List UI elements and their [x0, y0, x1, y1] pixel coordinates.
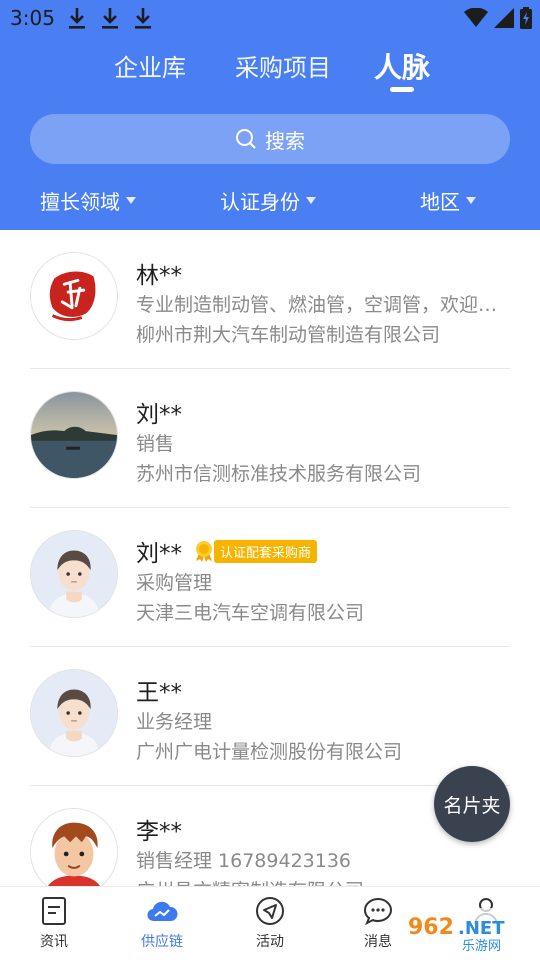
nav-label: 供应链: [141, 934, 183, 950]
contact-company: 广州昌方精密制造有限公司: [136, 876, 511, 886]
contact-name: 林**: [136, 263, 182, 289]
avatar: [30, 391, 118, 479]
tab-connections[interactable]: 人脉: [374, 46, 430, 86]
contact-card[interactable]: 刘** 认证配套采购商 采购管理 天津三电汽车空调有限公司: [30, 508, 510, 647]
signal-icon: [494, 8, 514, 28]
battery-charging-icon: [520, 7, 532, 29]
landscape-photo-avatar: [31, 392, 117, 478]
status-bar: 3:05: [0, 0, 540, 36]
svg-text:乐游网: 乐游网: [462, 939, 501, 954]
tab-procurement-projects[interactable]: 采购项目: [235, 48, 331, 83]
search-bar[interactable]: 搜索: [30, 114, 510, 164]
nav-item-activities[interactable]: 活动: [230, 895, 310, 951]
filter-certification[interactable]: 认证身份: [220, 186, 316, 215]
download-icon: [102, 8, 118, 29]
top-tabs: 企业库 采购项目 人脉: [0, 48, 540, 98]
company-seal-logo: [31, 253, 117, 339]
default-person-avatar: [31, 531, 117, 617]
name-line: 李**: [136, 812, 182, 846]
filter-certification-label: 认证身份: [220, 190, 300, 214]
contact-description: 销售: [136, 433, 175, 455]
medal-icon: [196, 541, 212, 562]
tab-enterprise-library[interactable]: 企业库: [114, 48, 186, 83]
card-holder-button[interactable]: 名片夹: [434, 766, 510, 842]
contact-description: 专业制造制动管、燃油管，空调管，欢迎咨询: [136, 294, 511, 316]
contact-name: 刘**: [136, 541, 182, 567]
contact-company: 广州广电计量检测股份有限公司: [136, 741, 403, 763]
chat-bubble-icon: [363, 897, 393, 926]
caret-down-icon: [306, 197, 316, 204]
contact-company: 天津三电汽车空调有限公司: [136, 602, 365, 624]
cartoon-person-avatar: [31, 809, 117, 886]
download-icon: [135, 8, 151, 29]
name-line: 王**: [136, 673, 182, 707]
status-icons: [464, 7, 532, 29]
search-label: 搜索: [265, 128, 305, 153]
svg-text:.NET: .NET: [458, 918, 505, 939]
contact-name: 刘**: [136, 402, 182, 428]
contact-description: 业务经理: [136, 711, 213, 733]
avatar: [30, 669, 118, 757]
avatar: [30, 808, 118, 886]
contact-card[interactable]: 林** 专业制造制动管、燃油管，空调管，欢迎咨询 柳州市荆大汽车制动管制造有限公…: [30, 230, 511, 369]
search-icon: [236, 129, 256, 149]
caret-down-icon: [466, 197, 476, 204]
filter-region-label: 地区: [420, 190, 460, 214]
contact-card[interactable]: 刘** 销售 苏州市信测标准技术服务有限公司: [30, 369, 510, 508]
active-tab-indicator: [390, 87, 414, 92]
contact-description: 采购管理: [136, 572, 213, 594]
nav-label: 消息: [364, 934, 392, 950]
status-time: 3:05: [10, 6, 55, 30]
filter-row: 擅长领域 认证身份 地区: [0, 186, 540, 216]
news-icon: [42, 897, 66, 925]
nav-item-news[interactable]: 资讯: [14, 895, 94, 951]
svg-text:962: 962: [408, 915, 454, 940]
name-line: 林**: [136, 256, 182, 290]
caret-down-icon: [126, 197, 136, 204]
contact-company: 苏州市信测标准技术服务有限公司: [136, 463, 422, 485]
contact-description: 销售经理 16789423136: [136, 850, 352, 872]
filter-region[interactable]: 地区: [420, 186, 476, 215]
nav-label: 资讯: [40, 934, 68, 950]
contact-company: 柳州市荆大汽车制动管制造有限公司: [136, 324, 441, 346]
header: 3:05 企业库 采购项目 人脉 搜索 擅长领域 认证身份 地区: [0, 0, 540, 230]
watermark-logo: 962 .NET 乐游网: [402, 908, 534, 954]
name-line: 刘**: [136, 395, 182, 429]
cloud-icon: [147, 901, 178, 922]
contact-name: 王**: [136, 680, 182, 706]
avatar: [30, 252, 118, 340]
download-notifications: [66, 6, 154, 30]
card-holder-label: 名片夹: [443, 794, 501, 817]
nav-label: 活动: [256, 934, 284, 950]
certified-badge-label: 认证配套采购商: [214, 539, 318, 563]
nav-item-supply-chain[interactable]: 供应链: [122, 895, 202, 951]
contact-card[interactable]: 王** 业务经理 广州广电计量检测股份有限公司: [30, 647, 510, 786]
default-person-avatar: [31, 670, 117, 756]
certified-badge: 认证配套采购商: [192, 539, 318, 563]
name-line: 刘** 认证配套采购商: [136, 534, 318, 568]
filter-expertise-label: 擅长领域: [40, 190, 120, 214]
download-icon: [69, 8, 85, 29]
navigation-arrow-icon: [256, 897, 284, 925]
wifi-icon: [464, 8, 488, 27]
contact-name: 李**: [136, 819, 182, 845]
avatar: [30, 530, 118, 618]
filter-expertise[interactable]: 擅长领域: [40, 186, 136, 215]
